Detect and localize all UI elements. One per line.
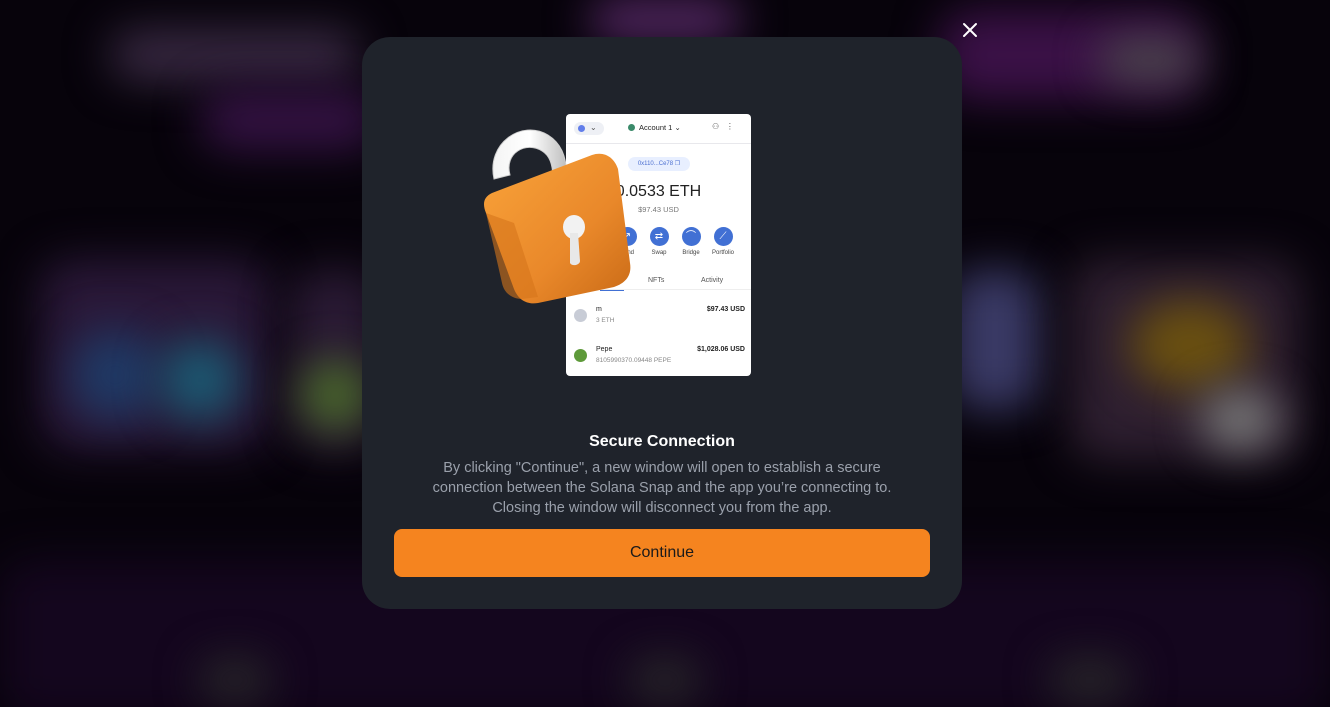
token-row: Pepe 8105990370.09448 PEPE $1,028.06 USD xyxy=(566,345,751,375)
more-options-icon: ⋮ xyxy=(725,122,734,131)
account-name: Account 1 xyxy=(639,123,673,132)
bridge-icon: ⌒ xyxy=(681,227,701,246)
token-amount: 8105990370.09448 PEPE xyxy=(596,357,672,364)
tab-activity: Activity xyxy=(701,277,724,284)
wallet-address: 0x110...Ce78 xyxy=(637,161,674,167)
modal-title: Secure Connection xyxy=(589,433,735,450)
swap-action: ⇄ Swap xyxy=(644,227,674,256)
chevron-down-icon: ⌄ xyxy=(674,123,681,132)
action-label: Portfolio xyxy=(711,250,734,256)
secure-connection-modal: ⌄ Account 1 ⌄ ⚇ ⋮ 0x110...Ce78 ❐ 0.0533 … xyxy=(362,37,962,609)
secure-connection-illustration: ⌄ Account 1 ⌄ ⚇ ⋮ 0x110...Ce78 ❐ 0.0533 … xyxy=(482,113,752,378)
tab-nfts: NFTs xyxy=(648,277,665,284)
connected-sites-icon: ⚇ xyxy=(712,122,720,131)
action-label: Bridge xyxy=(682,250,700,256)
close-button[interactable] xyxy=(955,15,985,45)
bridge-action: ⌒ Bridge xyxy=(676,227,706,256)
copy-icon: ❐ xyxy=(674,161,681,167)
padlock-icon xyxy=(484,129,631,304)
swap-icon: ⇄ xyxy=(649,227,669,246)
wallet-header-icons: ⚇ ⋮ xyxy=(712,122,734,131)
modal-description: By clicking "Continue", a new window wil… xyxy=(432,460,892,516)
close-icon xyxy=(963,23,977,37)
continue-button[interactable]: Continue xyxy=(394,529,930,577)
continue-label: Continue xyxy=(629,544,695,561)
token-value: $97.43 USD xyxy=(706,306,745,313)
portfolio-icon: ⟋ xyxy=(713,227,733,246)
pepe-icon xyxy=(574,349,587,362)
token-amount: 3 ETH xyxy=(596,317,615,324)
action-label: Swap xyxy=(651,250,667,256)
token-name: Pepe xyxy=(596,346,613,353)
token-value: $1,028.06 USD xyxy=(697,346,745,353)
portfolio-action: ⟋ Portfolio xyxy=(708,227,738,256)
